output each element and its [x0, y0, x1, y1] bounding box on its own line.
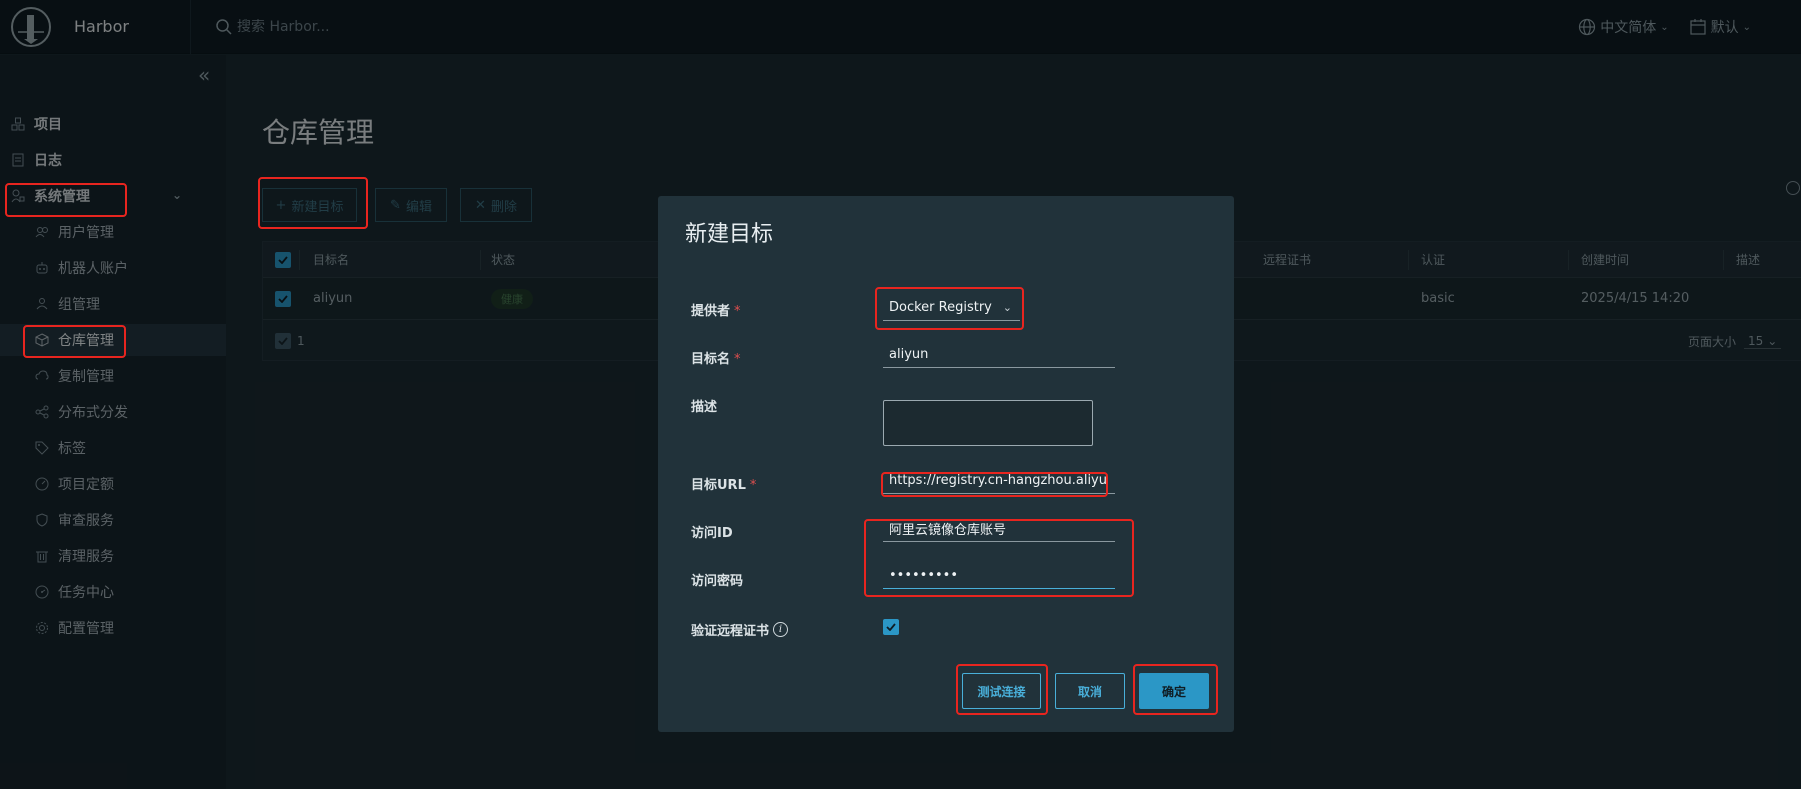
required-asterisk: *: [734, 304, 741, 319]
verify-cert-checkbox[interactable]: [883, 619, 899, 635]
checkbox-check-icon: [886, 623, 896, 631]
access-secret-label: 访问密码: [691, 574, 744, 589]
info-icon[interactable]: i: [773, 622, 789, 637]
target-name-label-text: 目标名: [691, 352, 731, 367]
test-connection-button[interactable]: 测试连接: [962, 673, 1041, 709]
modal-title: 新建目标: [685, 222, 774, 247]
provider-label: 提供者 *: [691, 300, 741, 319]
access-id-label: 访问ID: [691, 526, 733, 541]
cancel-button[interactable]: 取消: [1055, 673, 1125, 709]
endpoint-url-input[interactable]: [883, 468, 1115, 494]
chevron-down-icon: ⌄: [1002, 301, 1012, 314]
description-textarea[interactable]: [883, 400, 1093, 446]
target-name-input[interactable]: [883, 342, 1115, 368]
required-asterisk: *: [734, 352, 741, 367]
required-asterisk: *: [749, 478, 757, 493]
target-name-label: 目标名 *: [691, 348, 741, 367]
verify-cert-label-text: 验证远程证书: [691, 624, 770, 639]
url-label: 目标URL *: [691, 474, 756, 493]
verify-cert-label: 验证远程证书 i: [691, 620, 789, 639]
access-secret-input[interactable]: [883, 563, 1115, 589]
provider-value: Docker Registry: [889, 300, 992, 315]
ok-button[interactable]: 确定: [1139, 673, 1209, 709]
new-endpoint-modal: 新建目标 提供者* Docker Registry ⌄ 目标名* 描述 目标UR…: [658, 196, 1234, 732]
provider-label-text: 提供者: [691, 304, 731, 319]
url-label-text: 目标URL: [691, 478, 746, 493]
access-id-input[interactable]: [883, 516, 1115, 542]
description-label: 描述: [691, 400, 718, 415]
provider-select[interactable]: Docker Registry ⌄: [883, 295, 1020, 321]
